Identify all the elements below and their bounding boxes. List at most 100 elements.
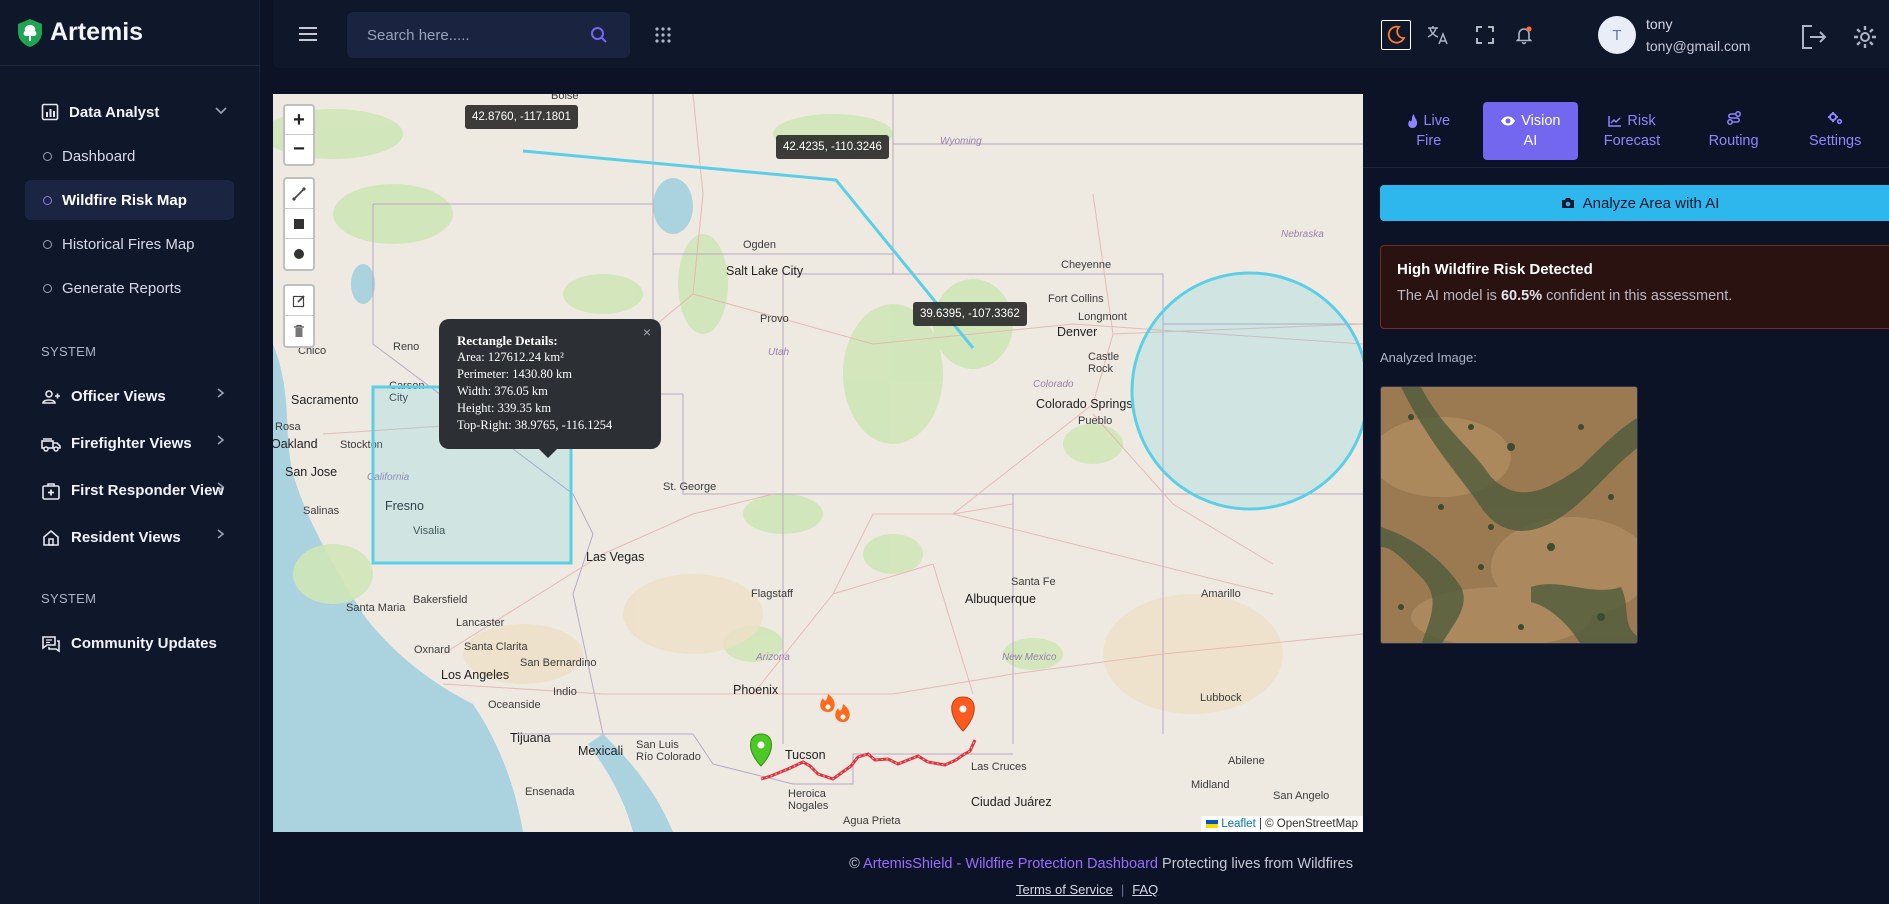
bullet-icon <box>43 239 52 249</box>
brand-name: Artemis <box>50 18 144 46</box>
delete-layers-button[interactable] <box>285 316 313 346</box>
sidebar-item-historical-fires-map[interactable]: Historical Fires Map <box>25 224 234 264</box>
flame-icon <box>1408 114 1418 128</box>
popup-close-button[interactable]: × <box>643 324 651 341</box>
analyze-area-label: Analyze Area with AI <box>1582 194 1720 212</box>
chevron-down-icon <box>215 107 227 115</box>
analysis-panel: Live Fire Vision AI Risk Forecast Routin… <box>1363 94 1889 832</box>
terms-link[interactable]: Terms of Service <box>1016 882 1113 897</box>
tab-live-fire[interactable]: Live Fire <box>1381 102 1477 160</box>
tab-risk-forecast[interactable]: Risk Forecast <box>1584 102 1680 160</box>
avatar[interactable]: T <box>1598 16 1636 54</box>
user-email: tony@gmail.com <box>1646 38 1751 54</box>
draw-polyline-button[interactable] <box>285 179 313 209</box>
hamburger-menu-icon[interactable] <box>298 26 318 42</box>
tab-label: Routing <box>1708 133 1759 149</box>
popup-top-right: Top-Right: 38.9765, -116.1254 <box>457 418 613 432</box>
sidebar-item-resident-views[interactable]: Resident Views <box>25 514 234 561</box>
ukraine-flag-icon <box>1206 819 1219 828</box>
tab-vision-ai[interactable]: Vision AI <box>1482 102 1579 160</box>
zoom-out-button[interactable]: − <box>285 135 313 164</box>
draw-rectangle-button[interactable] <box>285 209 313 239</box>
popup-perimeter: Perimeter: 1430.80 km <box>457 367 572 381</box>
gear-icon <box>1854 26 1876 48</box>
sidebar-item-first-responder-view[interactable]: First Responder View <box>25 467 234 514</box>
chart-bar-icon <box>41 103 59 121</box>
rectangle-details-popup: × Rectangle Details: Area: 127612.24 km²… <box>439 319 661 458</box>
rectangle-icon <box>294 218 304 229</box>
nav-menu: Data Analyst Dashboard Wildfire Risk Map… <box>0 66 259 667</box>
tab-label: Settings <box>1808 133 1862 149</box>
theme-toggle-button[interactable] <box>1381 20 1411 50</box>
chevron-right-icon <box>217 482 225 492</box>
tab-routing[interactable]: Routing <box>1686 102 1782 160</box>
polyline-icon <box>292 186 306 201</box>
leaflet-link[interactable]: Leaflet <box>1221 818 1256 830</box>
sidebar-item-label: Resident Views <box>71 529 181 546</box>
popup-title: Rectangle Details: <box>457 333 558 348</box>
sidebar-item-community-updates[interactable]: Community Updates <box>25 620 234 667</box>
nav-data-analyst-label: Data Analyst <box>69 103 160 121</box>
draw-toolbar <box>283 177 315 271</box>
wildfire-risk-map[interactable]: Boise Wyoming Nebraska Ogden Salt Lake C… <box>273 94 1363 832</box>
fullscreen-button[interactable] <box>1470 20 1500 50</box>
tab-settings[interactable]: Settings <box>1787 102 1883 160</box>
users-icon <box>41 387 61 407</box>
gears-icon <box>1828 112 1843 125</box>
fire-icon <box>820 694 835 712</box>
sidebar-item-firefighter-views[interactable]: Firefighter Views <box>25 420 234 467</box>
sidebar-item-wildfire-risk-map[interactable]: Wildfire Risk Map <box>25 180 234 220</box>
chart-line-icon <box>1608 116 1622 127</box>
user-name: tony <box>1646 16 1673 32</box>
eye-icon <box>1501 116 1516 126</box>
coordinate-tooltip: 39.6395, -107.3362 <box>913 302 1027 326</box>
brand[interactable]: Artemis <box>0 0 259 66</box>
draw-circle-button[interactable] <box>285 239 313 269</box>
tab-label: Forecast <box>1603 133 1661 149</box>
footer-separator: | <box>1120 882 1125 897</box>
logout-icon <box>1802 25 1827 49</box>
faq-link[interactable]: FAQ <box>1132 882 1158 897</box>
sidebar-item-label: Generate Reports <box>62 279 182 297</box>
tab-label: Risk <box>1627 113 1656 129</box>
circle-icon <box>294 249 304 259</box>
translate-button[interactable] <box>1423 20 1453 50</box>
footer-brand-link[interactable]: ArtemisShield - Wildfire Protection Dash… <box>863 856 1158 872</box>
notifications-button[interactable] <box>1509 20 1539 50</box>
sidebar-item-officer-views[interactable]: Officer Views <box>25 373 234 420</box>
risk-alert: High Wildfire Risk Detected The AI model… <box>1380 245 1889 329</box>
sidebar-item-label: First Responder View <box>71 482 225 499</box>
translate-icon <box>1427 26 1448 45</box>
route-icon <box>1726 111 1741 125</box>
apps-grid-icon[interactable] <box>655 27 671 43</box>
sidebar-item-label: Community Updates <box>71 635 217 652</box>
sidebar: Artemis Data Analyst Dashboard Wildfire … <box>0 0 260 904</box>
logout-button[interactable] <box>1799 22 1829 52</box>
sidebar-item-label: Wildfire Risk Map <box>62 191 187 209</box>
start-marker-icon <box>750 733 772 767</box>
bell-icon <box>1515 26 1533 45</box>
bullet-icon <box>43 195 52 205</box>
sidebar-item-label: Historical Fires Map <box>62 235 195 253</box>
search-icon[interactable] <box>590 26 608 44</box>
footer-copyright: © ArtemisShield - Wildfire Protection Da… <box>273 856 1363 872</box>
sidebar-item-dashboard[interactable]: Dashboard <box>25 136 234 176</box>
sidebar-item-label: Officer Views <box>71 388 166 405</box>
tab-label: Live <box>1423 113 1451 129</box>
analyzed-satellite-image <box>1380 386 1638 644</box>
nav-data-analyst[interactable]: Data Analyst <box>25 92 234 132</box>
section-title-system-2: SYSTEM <box>41 591 97 606</box>
settings-button[interactable] <box>1850 22 1880 52</box>
alert-title: High Wildfire Risk Detected <box>1397 261 1593 278</box>
route-line <box>760 739 977 781</box>
fullscreen-icon <box>1476 26 1494 44</box>
search-input[interactable] <box>367 26 577 44</box>
trash-icon <box>294 324 304 337</box>
edit-layers-button[interactable] <box>285 286 313 316</box>
analyze-area-button[interactable]: Analyze Area with AI <box>1380 185 1889 221</box>
footer-tagline: Protecting lives from Wildfires <box>1158 856 1353 872</box>
top-header: T tony tony@gmail.com <box>273 0 1889 68</box>
alert-description: The AI model is 60.5% confident in this … <box>1397 288 1883 304</box>
sidebar-item-generate-reports[interactable]: Generate Reports <box>25 268 234 308</box>
zoom-in-button[interactable]: + <box>285 106 313 135</box>
